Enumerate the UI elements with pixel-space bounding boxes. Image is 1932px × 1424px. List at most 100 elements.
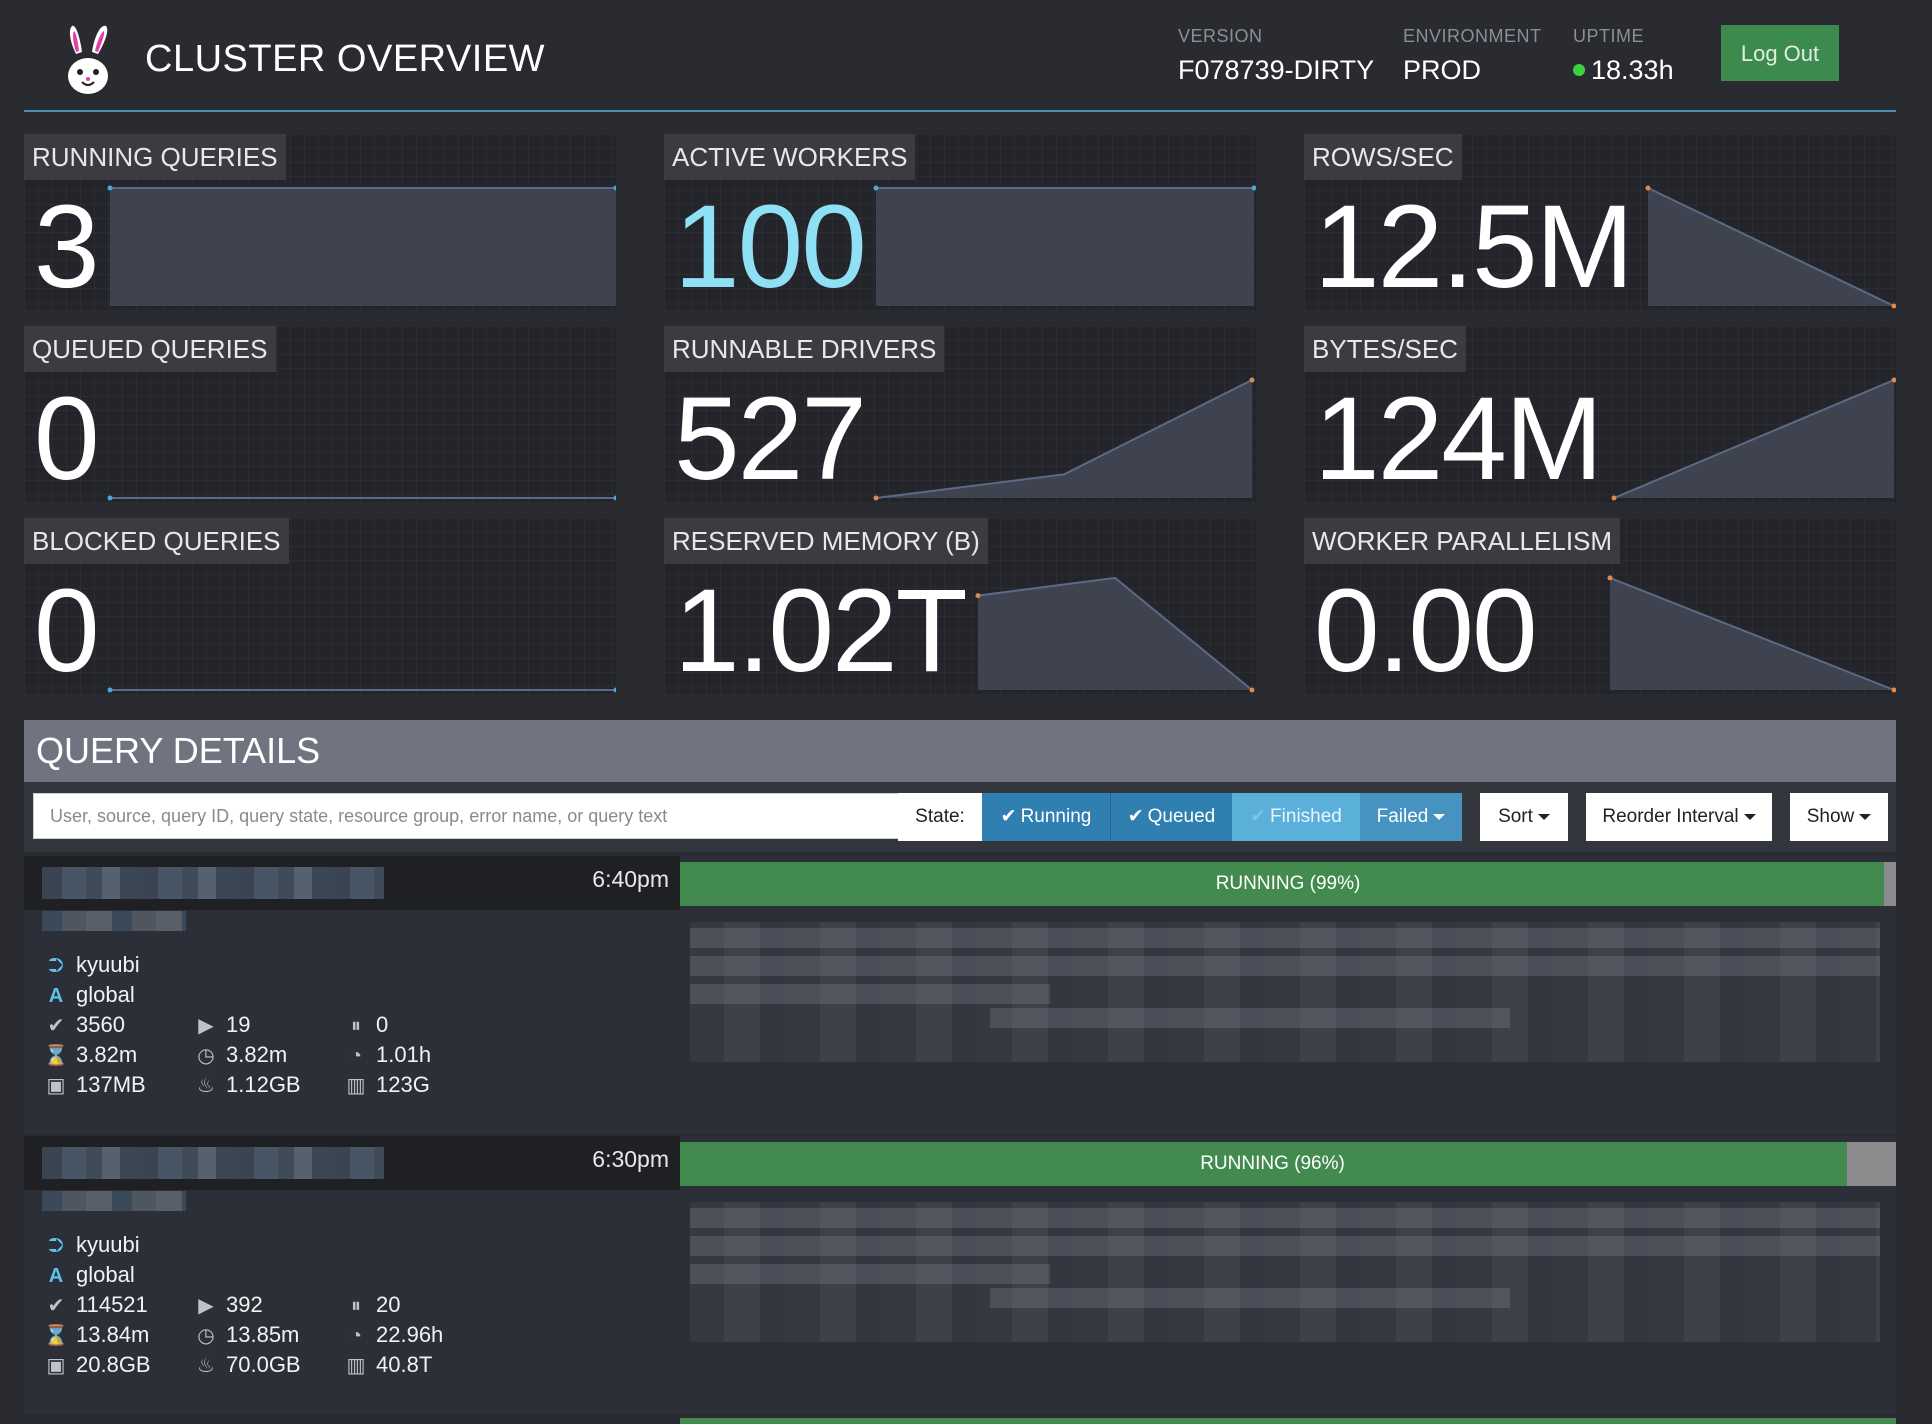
caret-down-icon [1859,813,1872,820]
fire-icon: ♨ [197,1075,215,1097]
query-row[interactable]: 6:40pm RUNNING (99%) ⮊ kyuubi Aglobal ✔ 35… [24,856,1896,1134]
sparkline-area [978,577,1252,690]
state-filter-label: State: [898,793,982,841]
clock-icon: ◷ [197,1325,215,1347]
running-splits: ▶ 19 [192,1010,250,1040]
peak-memory: ♨ 1.12GB [192,1070,301,1100]
checkmark-icon: ✔ [47,1295,65,1317]
uptime-label: UPTIME [1573,26,1645,46]
state-finished-toggle[interactable]: ✔ Finished [1232,793,1360,841]
uptime-value: 18.33h [1591,55,1674,85]
tile-label: WORKER PARALLELISM [1304,518,1621,564]
resource-group-icon: A [48,985,64,1007]
tile-rows-sec: ROWS/SEC 12.5M [1304,134,1896,310]
check-icon: ✔ [1000,806,1017,827]
tile-active-workers: ACTIVE WORKERS 100 [664,134,1256,310]
progress-label: RUNNING (99%) [1215,873,1361,894]
clock-icon: ◷ [197,1045,215,1067]
state-failed-dropdown[interactable]: Failed [1360,793,1462,841]
dashboard-icon: ◔ [349,1045,363,1067]
sparkline-end-point [613,687,616,693]
sparkline-start-point [1645,185,1651,191]
uptime-value-row: 18.33h [1573,55,1674,86]
sparkline-start-point [975,593,981,599]
tile-value: 100 [674,181,867,310]
next-query-progress-bar [680,1418,1896,1424]
tile-value: 1.02T [674,565,968,694]
tile-reserved-memory-b: RESERVED MEMORY (B) 1.02T [664,518,1256,694]
sparkline-start-point [107,495,113,501]
tile-label: RUNNABLE DRIVERS [664,326,945,372]
version-value: F078739-DIRTY [1178,55,1375,85]
hdd-icon: ▣ [46,1075,66,1097]
redacted-source [42,1191,186,1211]
peak-memory: ♨ 70.0GB [192,1350,301,1380]
sparkline-end-point [1249,687,1255,693]
state-queued-toggle[interactable]: ✔ Queued [1110,793,1232,841]
state-failed-label: Failed [1376,806,1429,827]
queued-splits: ⏸ 0 [342,1010,388,1040]
tile-queued-queries: QUEUED QUERIES 0 [24,326,616,502]
sparkline-area [876,380,1252,498]
input-bytes: ▥ 40.8T [342,1350,433,1380]
sparkline-start-point [1607,575,1613,581]
tile-value: 124M [1314,373,1603,502]
tile-running-queries: RUNNING QUERIES 3 [24,134,616,310]
tile-label: RUNNING QUERIES [24,134,286,180]
query-resource-group: Aglobal [42,1260,135,1290]
version-label: VERSION [1178,26,1263,46]
completed-splits: ✔ 3560 [42,1010,125,1040]
wall-time: ⌛ 3.82m [42,1040,138,1070]
tile-label: RESERVED MEMORY (B) [664,518,988,564]
equalizer-icon: ▥ [346,1075,366,1097]
query-progress-bar[interactable]: RUNNING (96%) [680,1142,1896,1186]
top-header: CLUSTER OVERVIEW VERSION F078739-DIRTY E… [0,0,1932,112]
search-input[interactable] [33,793,913,839]
hdd-icon: ▣ [46,1355,66,1377]
pause-icon: ⏸ [351,1295,361,1317]
bunny-logo-icon [68,25,108,94]
tile-value: 0 [34,565,100,694]
tile-blocked-queries: BLOCKED QUERIES 0 [24,518,616,694]
query-progress-bar[interactable]: RUNNING (99%) [680,862,1896,906]
uptime-block: UPTIME 18.33h [1573,26,1674,86]
header-divider [24,110,1896,112]
caret-down-icon [1433,813,1446,820]
tile-bytes-sec: BYTES/SEC 124M [1304,326,1896,502]
wall-time: ⌛ 13.84m [42,1320,150,1350]
query-resource-group: Aglobal [42,980,135,1010]
version-block: VERSION F078739-DIRTY [1178,26,1374,86]
dashboard-icon: ◔ [349,1325,363,1347]
sparkline-start-point [873,495,879,501]
query-row-header: 6:30pm [24,1136,680,1190]
tile-runnable-drivers: RUNNABLE DRIVERS 527 [664,326,1256,502]
resource-group-value: global [76,982,135,1007]
current-memory: ▣ 137MB [42,1070,146,1100]
sparkline-area [876,188,1254,306]
tile-value: 12.5M [1314,181,1634,310]
logout-button[interactable]: Log Out [1721,25,1839,81]
cpu-time: ◔ 1.01h [342,1040,431,1070]
status-dot-icon [1573,63,1585,76]
sort-dropdown[interactable]: Sort [1480,793,1568,841]
show-label: Show [1806,806,1855,827]
reorder-interval-dropdown[interactable]: Reorder Interval [1586,793,1772,841]
tile-value: 527 [674,373,867,502]
caret-down-icon [1743,813,1756,820]
tile-value: 0 [34,373,100,502]
sparkline-start-point [873,185,879,191]
input-bytes: ▥ 123G [342,1070,430,1100]
sparkline-start-point [107,687,113,693]
state-running-label: Running [1020,806,1092,827]
current-memory: ▣ 20.8GB [42,1350,151,1380]
running-splits: ▶ 392 [192,1290,262,1320]
hourglass-icon: ⌛ [43,1325,69,1347]
tile-worker-parallelism: WORKER PARALLELISM 0.00 [1304,518,1896,694]
query-row[interactable]: 6:30pm RUNNING (96%) ⮊ kyuubi Aglobal ✔ 11… [24,1136,1896,1414]
query-start-time: 6:30pm [592,1146,669,1172]
state-running-toggle[interactable]: ✔ Running [982,793,1110,841]
hourglass-icon: ⌛ [43,1045,69,1067]
show-dropdown[interactable]: Show [1790,793,1888,841]
query-details-title: QUERY DETAILS [36,730,321,771]
queued-splits: ⏸ 20 [342,1290,400,1320]
